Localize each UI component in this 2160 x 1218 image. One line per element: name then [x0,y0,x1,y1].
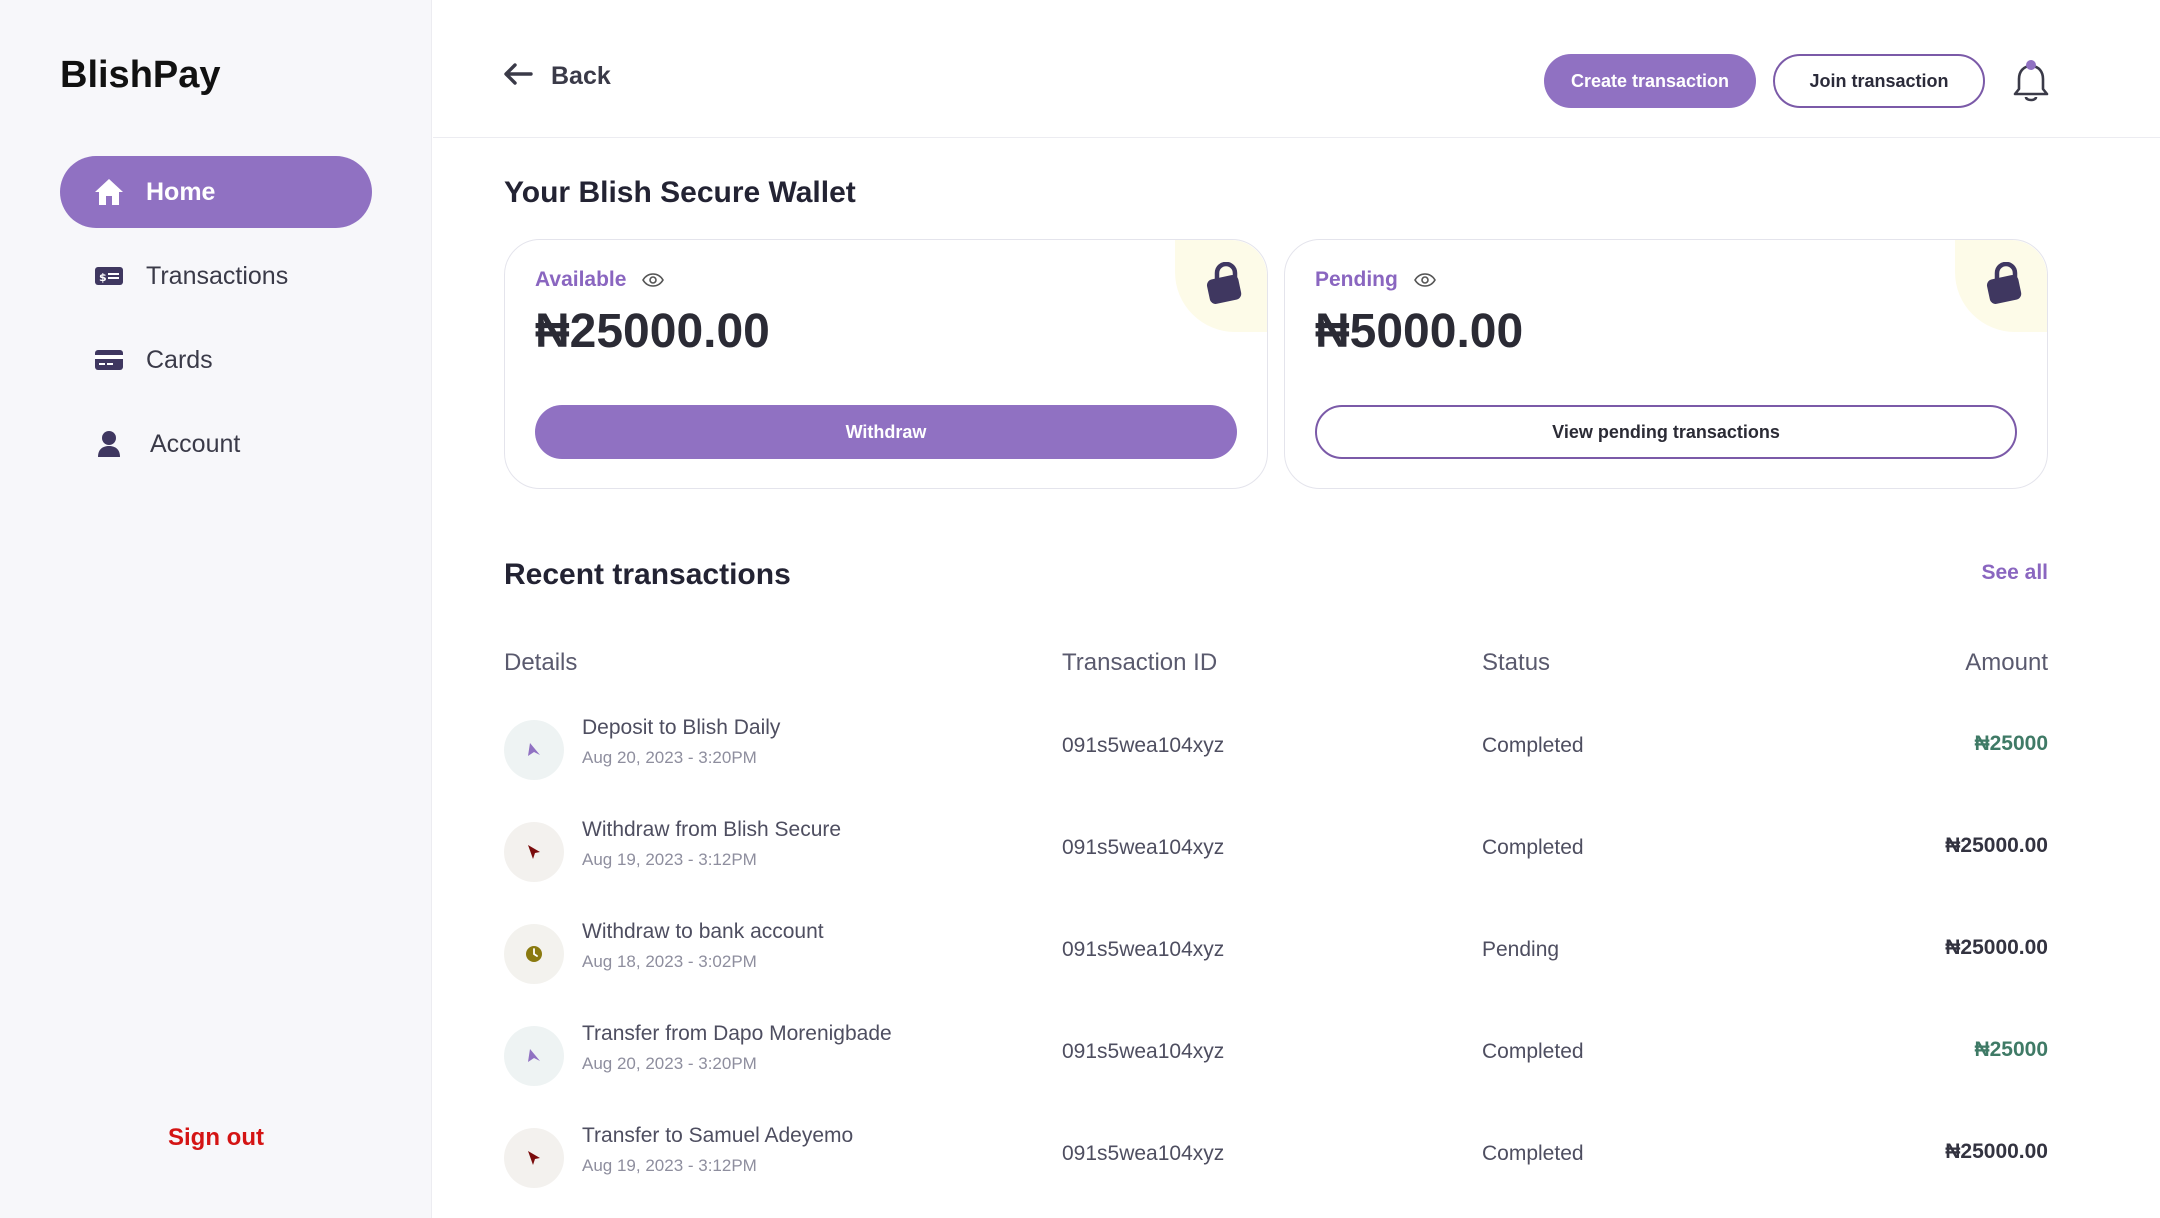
sidebar-item-label: Home [146,177,216,206]
row-amount: ₦25000.00 [1945,1140,2048,1163]
column-header-details: Details [504,649,578,676]
row-title: Withdraw from Blish Secure [582,818,842,841]
clock-icon [504,924,564,984]
see-all-link[interactable]: See all [1981,561,2048,585]
available-wallet-card: Available ₦25000.00 Withdraw [504,239,1268,489]
row-date: Aug 20, 2023 - 3:20PM [582,748,757,767]
sidebar-item-account[interactable]: Account [60,408,372,480]
home-icon [94,177,124,207]
table-row[interactable]: Withdraw to bank account Aug 18, 2023 - … [504,920,2048,990]
row-transaction-id: 091s5wea104xyz [1062,1040,1225,1063]
row-status: Pending [1482,938,1560,961]
withdraw-button[interactable]: Withdraw [535,405,1237,459]
pending-amount: ₦5000.00 [1315,305,1524,358]
transactions-icon: $ [94,261,124,291]
row-status: Completed [1482,836,1584,859]
lock-icon [1205,261,1245,306]
table-row[interactable]: Withdraw from Blish Secure Aug 19, 2023 … [504,818,2048,888]
row-status: Completed [1482,1142,1584,1165]
row-title: Deposit to Blish Daily [582,716,781,739]
outgoing-arrow-icon [504,822,564,882]
eye-icon[interactable] [1413,273,1436,287]
incoming-arrow-icon [504,1026,564,1086]
eye-icon[interactable] [642,273,665,287]
available-amount: ₦25000.00 [535,305,770,358]
row-title: Withdraw to bank account [582,920,824,943]
table-row[interactable]: Transfer from Dapo Morenigbade Aug 20, 2… [504,1022,2048,1092]
table-row[interactable]: Transfer to Samuel Adeyemo Aug 19, 2023 … [504,1124,2048,1194]
row-transaction-id: 091s5wea104xyz [1062,734,1225,757]
sign-out-link[interactable]: Sign out [0,1124,432,1152]
row-status: Completed [1482,734,1584,757]
join-transaction-button[interactable]: Join transaction [1773,54,1985,108]
pending-wallet-card: Pending ₦5000.00 View pending transactio… [1284,239,2048,489]
column-header-transaction-id: Transaction ID [1062,649,1218,676]
incoming-arrow-icon [504,720,564,780]
recent-transactions-title: Recent transactions [504,558,791,591]
column-header-amount: Amount [1965,649,2048,676]
sidebar-item-transactions[interactable]: $ Transactions [60,240,372,312]
sidebar-item-cards[interactable]: Cards [60,324,372,396]
card-icon [94,345,124,375]
back-label: Back [551,62,611,90]
row-amount: ₦25000 [1974,1038,2048,1061]
column-header-status: Status [1482,649,1551,676]
row-title: Transfer to Samuel Adeyemo [582,1124,854,1147]
arrow-left-icon [503,62,533,91]
notification-bell-icon[interactable] [2013,60,2049,104]
view-pending-transactions-button[interactable]: View pending transactions [1315,405,2017,459]
pending-label: Pending [1315,268,1398,291]
lock-icon [1985,261,2025,306]
row-amount: ₦25000.00 [1945,834,2048,857]
user-icon [94,429,124,459]
row-date: Aug 19, 2023 - 3:12PM [582,850,757,869]
row-status: Completed [1482,1040,1584,1063]
row-transaction-id: 091s5wea104xyz [1062,1142,1225,1165]
row-date: Aug 19, 2023 - 3:12PM [582,1156,757,1175]
sidebar-item-label: Transactions [146,261,289,290]
sidebar-item-home[interactable]: Home [60,156,372,228]
row-amount: ₦25000.00 [1945,936,2048,959]
outgoing-arrow-icon [504,1128,564,1188]
create-transaction-button[interactable]: Create transaction [1544,54,1756,108]
brand-logo: BlishPay [60,54,221,96]
app: BlishPay Home $ Transactions Cards Accou… [0,0,2160,1218]
svg-text:$: $ [99,271,107,284]
table-row[interactable]: Deposit to Blish Daily Aug 20, 2023 - 3:… [504,716,2048,786]
row-amount: ₦25000 [1974,732,2048,755]
wallet-title: Your Blish Secure Wallet [504,176,856,209]
row-date: Aug 20, 2023 - 3:20PM [582,1054,757,1073]
sidebar-item-label: Cards [146,345,213,374]
sidebar-item-label: Account [150,429,241,458]
row-date: Aug 18, 2023 - 3:02PM [582,952,757,971]
row-transaction-id: 091s5wea104xyz [1062,836,1225,859]
back-button[interactable]: Back [503,62,611,91]
sidebar: BlishPay Home $ Transactions Cards Accou… [0,0,432,1218]
available-label: Available [535,268,627,291]
row-title: Transfer from Dapo Morenigbade [582,1022,892,1045]
top-bar: Back Create transaction Join transaction [433,0,2160,138]
row-transaction-id: 091s5wea104xyz [1062,938,1225,961]
